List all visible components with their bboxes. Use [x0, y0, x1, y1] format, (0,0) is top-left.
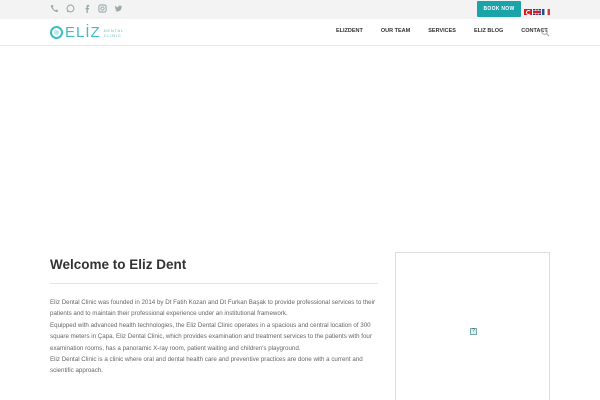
about-paragraph: Eliz Dental Clinic was founded in 2014 b…: [50, 299, 376, 318]
site-logo[interactable]: ELİZ DENTAL CLINIC: [50, 24, 124, 41]
about-paragraph: Eliz Dental Clinic is a clinic where ora…: [50, 356, 363, 375]
menu-item-services[interactable]: SERVICES: [428, 26, 456, 36]
social-links: [50, 3, 123, 14]
logo-subtitle-bottom: CLINIC: [103, 32, 122, 38]
welcome-heading-prefix: Welcome to: [50, 257, 126, 272]
about-text: Eliz Dental Clinic was founded in 2014 b…: [50, 297, 380, 377]
menu-item-our-team[interactable]: OUR TEAM: [381, 26, 410, 36]
about-paragraph: Equipped with advanced health technologi…: [50, 321, 372, 352]
english-flag-icon[interactable]: [533, 9, 541, 15]
whatsapp-icon[interactable]: [66, 3, 75, 14]
topbar: BOOK NOW: [0, 0, 600, 19]
broken-image-icon: ?: [470, 328, 477, 335]
logo-mark-icon: [50, 26, 63, 39]
menu-item-elizdent[interactable]: ELIZDENT: [336, 26, 363, 36]
menu-item-eliz-blog[interactable]: ELIZ BLOG: [474, 26, 503, 36]
welcome-heading: Welcome to Eliz Dent: [50, 257, 186, 272]
logo-subtitle: DENTAL CLINIC: [104, 28, 124, 38]
main-navbar: ELİZ DENTAL CLINIC ELIZDENT OUR TEAM SER…: [0, 19, 600, 46]
welcome-heading-name: Eliz Dent: [129, 257, 187, 272]
search-icon[interactable]: [541, 28, 550, 37]
main-menu: ELIZDENT OUR TEAM SERVICES ELIZ BLOG CON…: [336, 26, 566, 36]
section-divider: [50, 283, 378, 284]
french-flag-icon[interactable]: [542, 9, 550, 15]
logo-wordmark: ELİZ: [65, 24, 101, 41]
language-switcher: [524, 9, 550, 15]
twitter-icon[interactable]: [114, 3, 123, 14]
side-image-box: ?: [395, 252, 550, 400]
book-now-button[interactable]: BOOK NOW: [477, 1, 521, 17]
hero-area: [0, 46, 600, 243]
facebook-icon[interactable]: [82, 3, 91, 14]
phone-icon[interactable]: [50, 3, 59, 14]
turkish-flag-icon[interactable]: [524, 9, 532, 15]
instagram-icon[interactable]: [98, 3, 107, 14]
